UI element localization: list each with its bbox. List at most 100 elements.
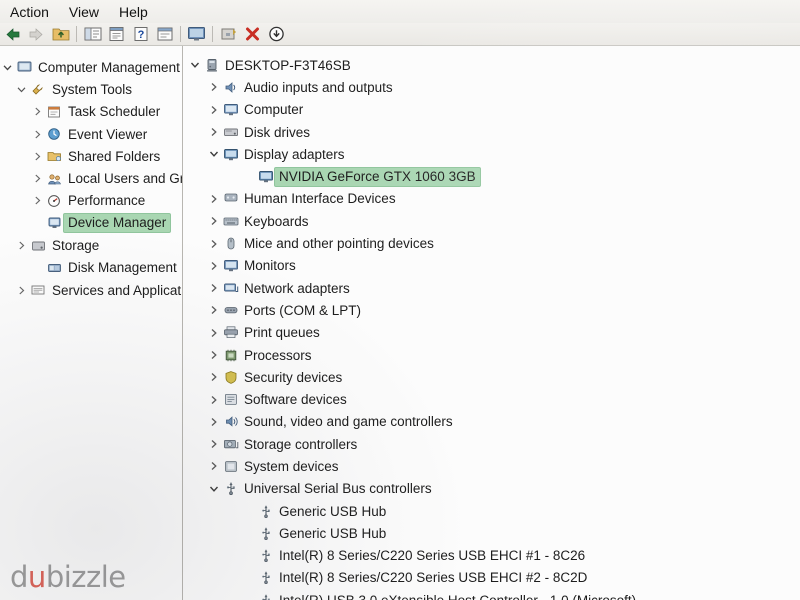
device-node-display-adapters[interactable]: Display adapters: [183, 143, 800, 165]
disable-device-button[interactable]: [266, 24, 287, 44]
device-node-human-interface-devices[interactable]: Human Interface Devices: [183, 188, 800, 210]
device-node-generic-usb-hub-1[interactable]: Generic USB Hub: [183, 500, 800, 522]
chevron-down-icon[interactable]: [206, 484, 221, 494]
device-node-mice-and-other-pointing-devices[interactable]: Mice and other pointing devices: [183, 232, 800, 254]
sidebar-item-system-tools[interactable]: System Tools: [0, 78, 182, 100]
back-button[interactable]: [2, 24, 23, 44]
console-tree-root[interactable]: Computer Management (Local: [0, 56, 182, 78]
chevron-down-icon[interactable]: [206, 149, 221, 159]
folder-up-icon: [52, 28, 69, 41]
device-node-print-queues[interactable]: Print queues: [183, 322, 800, 344]
uninstall-device-button[interactable]: [242, 24, 263, 44]
device-node-nvidia-geforce-gtx-1060-3gb[interactable]: NVIDIA GeForce GTX 1060 3GB: [183, 165, 800, 187]
software-device-icon: [221, 392, 240, 407]
chevron-right-icon[interactable]: [206, 216, 221, 226]
help-button[interactable]: ?: [130, 24, 151, 44]
sidebar-item-task-scheduler[interactable]: Task Scheduler: [0, 101, 182, 123]
chevron-right-icon[interactable]: [206, 328, 221, 338]
red-x-icon: [246, 27, 259, 41]
chevron-right-icon[interactable]: [30, 130, 45, 139]
device-tree[interactable]: DESKTOP-F3T46SB Audio inputs and outputs: [183, 54, 800, 600]
console-tree-root-label: Computer Management (Local: [38, 59, 182, 75]
device-node-intel-ehci-1[interactable]: Intel(R) 8 Series/C220 Series USB EHCI #…: [183, 545, 800, 567]
device-node-security-devices[interactable]: Security devices: [183, 366, 800, 388]
chevron-right-icon[interactable]: [30, 196, 45, 205]
device-node-generic-usb-hub-2[interactable]: Generic USB Hub: [183, 522, 800, 544]
device-node-sound-video-and-game-controllers[interactable]: Sound, video and game controllers: [183, 411, 800, 433]
device-node-intel-usb3-xhci[interactable]: Intel(R) USB 3.0 eXtensible Host Control…: [183, 589, 800, 600]
device-node-computer[interactable]: Computer: [183, 99, 800, 121]
scan-hardware-changes-button[interactable]: [186, 24, 207, 44]
sidebar-item-event-viewer[interactable]: Event Viewer: [0, 123, 182, 145]
hid-icon: [221, 191, 240, 206]
audio-icon: [221, 80, 240, 95]
computer-management-window: Action View Help ? Computer Management S…: [0, 0, 800, 600]
processor-icon: [221, 348, 240, 363]
sidebar-item-shared-folders[interactable]: Shared Folders: [0, 145, 182, 167]
update-driver-button[interactable]: [218, 24, 239, 44]
device-node-software-devices[interactable]: Software devices: [183, 388, 800, 410]
menu-view[interactable]: View: [69, 4, 99, 20]
dubizzle-watermark: dubizzle: [10, 560, 126, 594]
event-viewer-icon: [45, 127, 64, 141]
watermark-part-2: bizzle: [45, 560, 126, 594]
device-node-audio-inputs-and-outputs[interactable]: Audio inputs and outputs: [183, 76, 800, 98]
chevron-down-icon[interactable]: [14, 85, 29, 94]
chevron-right-icon[interactable]: [206, 283, 221, 293]
refresh-button[interactable]: [154, 24, 175, 44]
chevron-right-icon[interactable]: [206, 461, 221, 471]
console-tree-pane[interactable]: Computer Management (Local System Tools: [0, 46, 183, 600]
device-node-label: Network adapters: [244, 280, 350, 296]
chevron-down-icon[interactable]: [187, 60, 202, 70]
show-hide-console-tree-button[interactable]: [82, 24, 103, 44]
update-driver-icon: [221, 28, 236, 40]
device-node-intel-ehci-2[interactable]: Intel(R) 8 Series/C220 Series USB EHCI #…: [183, 567, 800, 589]
local-users-icon: [45, 172, 64, 186]
chevron-right-icon[interactable]: [206, 439, 221, 449]
chevron-right-icon[interactable]: [30, 107, 45, 116]
mouse-icon: [221, 236, 240, 251]
device-tree-root[interactable]: DESKTOP-F3T46SB: [183, 54, 800, 76]
properties-button[interactable]: [106, 24, 127, 44]
device-node-monitors[interactable]: Monitors: [183, 255, 800, 277]
chevron-down-icon[interactable]: [0, 63, 15, 72]
forward-button[interactable]: [26, 24, 47, 44]
device-node-keyboards[interactable]: Keyboards: [183, 210, 800, 232]
device-node-processors[interactable]: Processors: [183, 344, 800, 366]
chevron-right-icon[interactable]: [206, 82, 221, 92]
up-one-level-button[interactable]: [50, 24, 71, 44]
sidebar-item-services-and-applications[interactable]: Services and Applications: [0, 279, 182, 301]
sidebar-item-disk-management[interactable]: Disk Management: [0, 257, 182, 279]
device-node-ports-com-and-lpt[interactable]: Ports (COM & LPT): [183, 299, 800, 321]
device-node-disk-drives[interactable]: Disk drives: [183, 121, 800, 143]
device-node-universal-serial-bus-controllers[interactable]: Universal Serial Bus controllers: [183, 478, 800, 500]
chevron-right-icon[interactable]: [206, 261, 221, 271]
device-manager-pane[interactable]: DESKTOP-F3T46SB Audio inputs and outputs: [183, 46, 800, 600]
menu-help[interactable]: Help: [119, 4, 148, 20]
chevron-right-icon[interactable]: [206, 194, 221, 204]
chevron-right-icon[interactable]: [30, 152, 45, 161]
chevron-right-icon[interactable]: [206, 350, 221, 360]
sidebar-label: Device Manager: [64, 214, 171, 233]
device-node-network-adapters[interactable]: Network adapters: [183, 277, 800, 299]
chevron-right-icon[interactable]: [14, 286, 29, 295]
device-node-label: Audio inputs and outputs: [244, 79, 393, 95]
chevron-right-icon[interactable]: [14, 241, 29, 250]
display-adapter-icon: [256, 169, 275, 184]
device-node-system-devices[interactable]: System devices: [183, 455, 800, 477]
chevron-right-icon[interactable]: [206, 127, 221, 137]
chevron-right-icon[interactable]: [206, 105, 221, 115]
sidebar-item-performance[interactable]: Performance: [0, 190, 182, 212]
chevron-right-icon[interactable]: [206, 372, 221, 382]
chevron-right-icon[interactable]: [206, 305, 221, 315]
chevron-right-icon[interactable]: [206, 395, 221, 405]
sidebar-item-local-users-and-groups[interactable]: Local Users and Groups: [0, 167, 182, 189]
sidebar-item-storage[interactable]: Storage: [0, 234, 182, 256]
chevron-right-icon[interactable]: [206, 417, 221, 427]
device-node-storage-controllers[interactable]: Storage controllers: [183, 433, 800, 455]
sidebar-item-device-manager[interactable]: Device Manager: [0, 212, 182, 234]
menu-action[interactable]: Action: [10, 4, 49, 20]
chevron-right-icon[interactable]: [206, 239, 221, 249]
chevron-right-icon[interactable]: [30, 174, 45, 183]
device-node-label: Intel(R) USB 3.0 eXtensible Host Control…: [275, 593, 636, 600]
